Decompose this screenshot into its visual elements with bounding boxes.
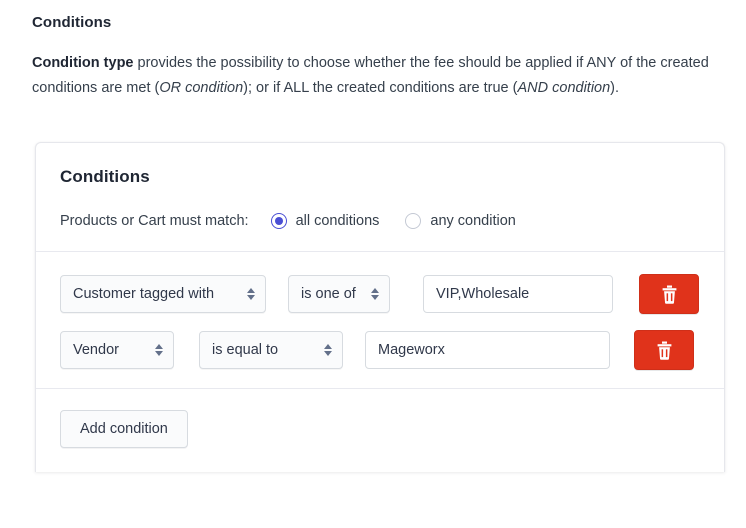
condition-operator-select-1[interactable]: is equal to — [199, 331, 343, 369]
condition-row: Customer tagged with is one of — [60, 274, 700, 314]
paragraph-part-2: ); or if ALL the created conditions are … — [243, 80, 518, 96]
radio-any-condition[interactable]: any condition — [405, 213, 516, 229]
condition-value-input-1[interactable] — [365, 331, 610, 369]
intro-paragraph: Condition type provides the possibility … — [32, 31, 714, 101]
condition-row: Vendor is equal to — [60, 330, 700, 370]
conditions-footer: Add condition — [36, 389, 724, 472]
conditions-rows: Customer tagged with is one of VIP,Whole… — [36, 252, 724, 388]
trash-icon — [662, 285, 676, 304]
condition-attribute-select-0[interactable]: Customer tagged with — [60, 275, 266, 313]
article-intro: Conditions Condition type provides the p… — [0, 0, 746, 101]
chevron-updown-icon — [324, 344, 332, 356]
condition-attribute-value-1: Vendor — [73, 342, 119, 358]
radio-all-conditions-label: all conditions — [295, 213, 380, 229]
radio-any-condition-dot[interactable] — [405, 213, 422, 229]
condition-value-input-0[interactable] — [423, 275, 613, 313]
condition-operator-value-1: is equal to — [212, 342, 279, 358]
trash-icon — [657, 341, 671, 360]
condition-operator-select-0[interactable]: is one of — [288, 275, 390, 313]
card-title: Conditions — [60, 167, 150, 186]
paragraph-bold-lead: Condition type — [32, 55, 134, 71]
page-title: Conditions — [32, 14, 112, 31]
conditions-card: Conditions Products or Cart must match: … — [35, 142, 725, 472]
delete-condition-button-0[interactable] — [639, 274, 699, 314]
radio-all-conditions[interactable]: all conditions — [270, 213, 380, 229]
match-type-label: Products or Cart must match: — [60, 213, 249, 229]
chevron-updown-icon — [371, 288, 379, 300]
match-type-row: Products or Cart must match: all conditi… — [60, 213, 700, 229]
chevron-updown-icon — [155, 344, 163, 356]
condition-attribute-select-1[interactable]: Vendor — [60, 331, 174, 369]
chevron-updown-icon — [247, 288, 255, 300]
conditions-header-section: Conditions Products or Cart must match: … — [36, 143, 724, 251]
paragraph-part-3: ). — [610, 80, 620, 96]
condition-operator-value-0: is one of — [301, 286, 356, 302]
paragraph-em-and: AND condition — [517, 80, 611, 96]
delete-condition-button-1[interactable] — [634, 330, 694, 370]
paragraph-em-or: OR condition — [159, 80, 244, 96]
radio-any-condition-label: any condition — [430, 213, 516, 229]
add-condition-button[interactable]: Add condition — [60, 410, 188, 448]
condition-attribute-value-0: Customer tagged with — [73, 286, 215, 302]
radio-all-conditions-dot[interactable] — [270, 213, 287, 229]
